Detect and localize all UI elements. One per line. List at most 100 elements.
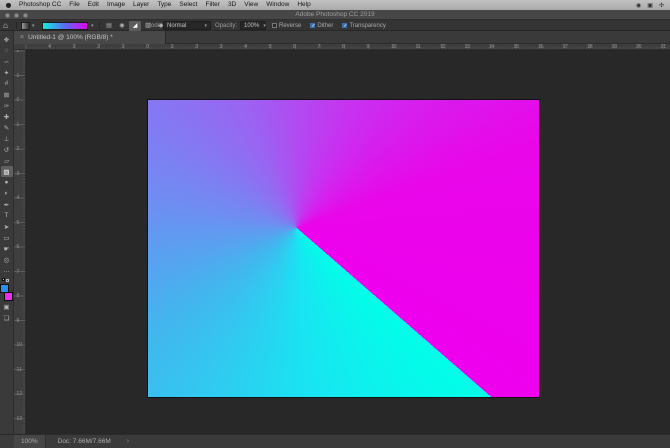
- gradient-preview[interactable]: [42, 22, 88, 30]
- close-tab-icon[interactable]: ×: [20, 34, 24, 41]
- zoom-tool[interactable]: ◎: [1, 254, 13, 265]
- ruler-label: 1: [171, 44, 174, 50]
- square-status-icon[interactable]: ▣: [647, 2, 653, 9]
- mode-label: Mode:: [146, 20, 163, 31]
- menu-item[interactable]: Type: [157, 0, 171, 10]
- ruler-label: 0: [17, 97, 20, 103]
- gradient-tool[interactable]: ▨: [1, 166, 13, 177]
- blur-tool[interactable]: ●: [1, 177, 13, 188]
- crop-tool[interactable]: #: [1, 78, 13, 89]
- tool-preset-icon: [21, 22, 30, 30]
- default-colors-icon[interactable]: [2, 278, 12, 283]
- window-titlebar: Adobe Photoshop CC 2019: [0, 10, 670, 20]
- ruler-label: 6: [17, 244, 20, 250]
- ruler-label: 17: [563, 44, 569, 50]
- checkbox-label: Dither: [317, 23, 333, 29]
- ruler-label: 2: [195, 44, 198, 50]
- pen-tool[interactable]: ✒: [1, 199, 13, 210]
- ruler-label: 10: [17, 342, 23, 348]
- checkbox[interactable]: [272, 23, 277, 28]
- menu-item[interactable]: Select: [179, 0, 197, 10]
- ruler-label: 3: [220, 44, 223, 50]
- vertical-ruler[interactable]: 21012345678910111213: [14, 50, 26, 434]
- spot-healing-tool[interactable]: ✚: [1, 111, 13, 122]
- zoom-level-field[interactable]: 100%: [14, 435, 46, 448]
- ruler-label: 6: [293, 44, 296, 50]
- path-selection-tool[interactable]: ➤: [1, 221, 13, 232]
- quick-mask-button[interactable]: ▣: [1, 301, 13, 312]
- menu-item[interactable]: Layer: [133, 0, 149, 10]
- ruler-label: 2: [17, 146, 20, 152]
- menu-item[interactable]: Photoshop CC: [19, 0, 61, 10]
- home-icon[interactable]: ⌂: [3, 20, 8, 31]
- separator: [99, 22, 100, 29]
- chevron-down-icon: ▾: [263, 23, 266, 29]
- ruler-label: 21: [661, 44, 667, 50]
- linear-gradient-type-button[interactable]: ▤: [103, 21, 115, 31]
- opacity-dropdown[interactable]: 100% ▾: [240, 21, 266, 30]
- history-brush-tool[interactable]: ↺: [1, 144, 13, 155]
- hand-tool[interactable]: ☛: [1, 243, 13, 254]
- opacity-label: Opacity:: [215, 20, 237, 31]
- blend-mode-dropdown[interactable]: Normal ▾: [163, 21, 211, 30]
- quick-selection-tool[interactable]: ✦: [1, 67, 13, 78]
- canvas[interactable]: [148, 100, 539, 397]
- ruler-label: 16: [538, 44, 544, 50]
- eraser-tool[interactable]: ▱: [1, 155, 13, 166]
- menu-item[interactable]: Window: [266, 0, 289, 10]
- menubar-items: Photoshop CC File Edit Image Layer Type Select…: [19, 0, 311, 10]
- type-tool[interactable]: T: [1, 210, 13, 221]
- ruler-label: 4: [48, 44, 51, 50]
- edit-toolbar-button[interactable]: …: [1, 265, 13, 276]
- clone-stamp-tool[interactable]: ⊥: [1, 133, 13, 144]
- rectangle-tool[interactable]: ▭: [1, 232, 13, 243]
- ruler-label: 14: [489, 44, 495, 50]
- brush-tool[interactable]: ✎: [1, 122, 13, 133]
- checkbox[interactable]: [310, 23, 315, 28]
- ruler-label: 10: [391, 44, 397, 50]
- document-tab-bar: × Untitled-1 @ 100% (RGB/8) *: [14, 31, 670, 44]
- lasso-tool[interactable]: ∽: [1, 56, 13, 67]
- menu-item[interactable]: File: [69, 0, 79, 10]
- ruler-label: 11: [416, 44, 421, 50]
- menu-item[interactable]: View: [244, 0, 258, 10]
- move-tool[interactable]: ✥: [1, 34, 13, 45]
- ruler-label: 8: [342, 44, 345, 50]
- ruler-label: 3: [73, 44, 76, 50]
- menu-item[interactable]: Filter: [205, 0, 219, 10]
- eye-status-icon[interactable]: ◉: [636, 2, 641, 9]
- ruler-label: 4: [244, 44, 247, 50]
- dodge-tool[interactable]: ◐: [1, 188, 13, 199]
- frame-tool[interactable]: ⊠: [1, 89, 13, 100]
- ruler-label: 1: [122, 44, 125, 50]
- window-title: Adobe Photoshop CC 2019: [0, 10, 670, 20]
- macos-menubar: Photoshop CC File Edit Image Layer Type Select…: [0, 0, 670, 10]
- menu-item[interactable]: Image: [107, 0, 125, 10]
- apple-menu-icon[interactable]: [6, 3, 11, 8]
- separator: [16, 22, 17, 29]
- radial-gradient-type-button[interactable]: ◉: [116, 21, 128, 31]
- background-color-swatch[interactable]: [4, 292, 13, 301]
- menu-item[interactable]: Help: [297, 0, 310, 10]
- eyedropper-tool[interactable]: ✑: [1, 100, 13, 111]
- tool-list: ✥◌∽✦#⊠✑✚✎⊥↺▱▨●◐✒T➤▭☛◎…: [1, 34, 13, 276]
- ruler-label: 15: [514, 44, 520, 50]
- checkbox[interactable]: [342, 23, 347, 28]
- chevron-down-icon: ▾: [32, 23, 35, 29]
- tool-preset-picker[interactable]: ▾: [21, 20, 35, 31]
- ruler-label: 13: [465, 44, 471, 50]
- checkbox-label: Transparency: [349, 23, 385, 29]
- menu-item[interactable]: Edit: [88, 0, 99, 10]
- gradient-picker-chevron-icon[interactable]: ▾: [91, 20, 94, 31]
- marquee-tool[interactable]: ◌: [1, 45, 13, 56]
- ruler-label: 2: [97, 44, 100, 50]
- tool-options-bar: ⌂ ▾ ▾ ▤◉◢▥◆ Mode: Normal ▾ Opacity: 100%…: [0, 20, 670, 31]
- menu-item[interactable]: 3D: [228, 0, 236, 10]
- spotlight-status-icon[interactable]: ✣: [659, 2, 664, 9]
- status-options-chevron-icon[interactable]: ›: [127, 438, 129, 445]
- foreground-color-swatch[interactable]: [0, 284, 9, 293]
- angle-gradient-type-button[interactable]: ◢: [129, 21, 141, 31]
- document-tab[interactable]: × Untitled-1 @ 100% (RGB/8) *: [14, 31, 166, 44]
- ruler-label: 12: [17, 391, 23, 397]
- screen-mode-button[interactable]: ❏: [1, 312, 13, 323]
